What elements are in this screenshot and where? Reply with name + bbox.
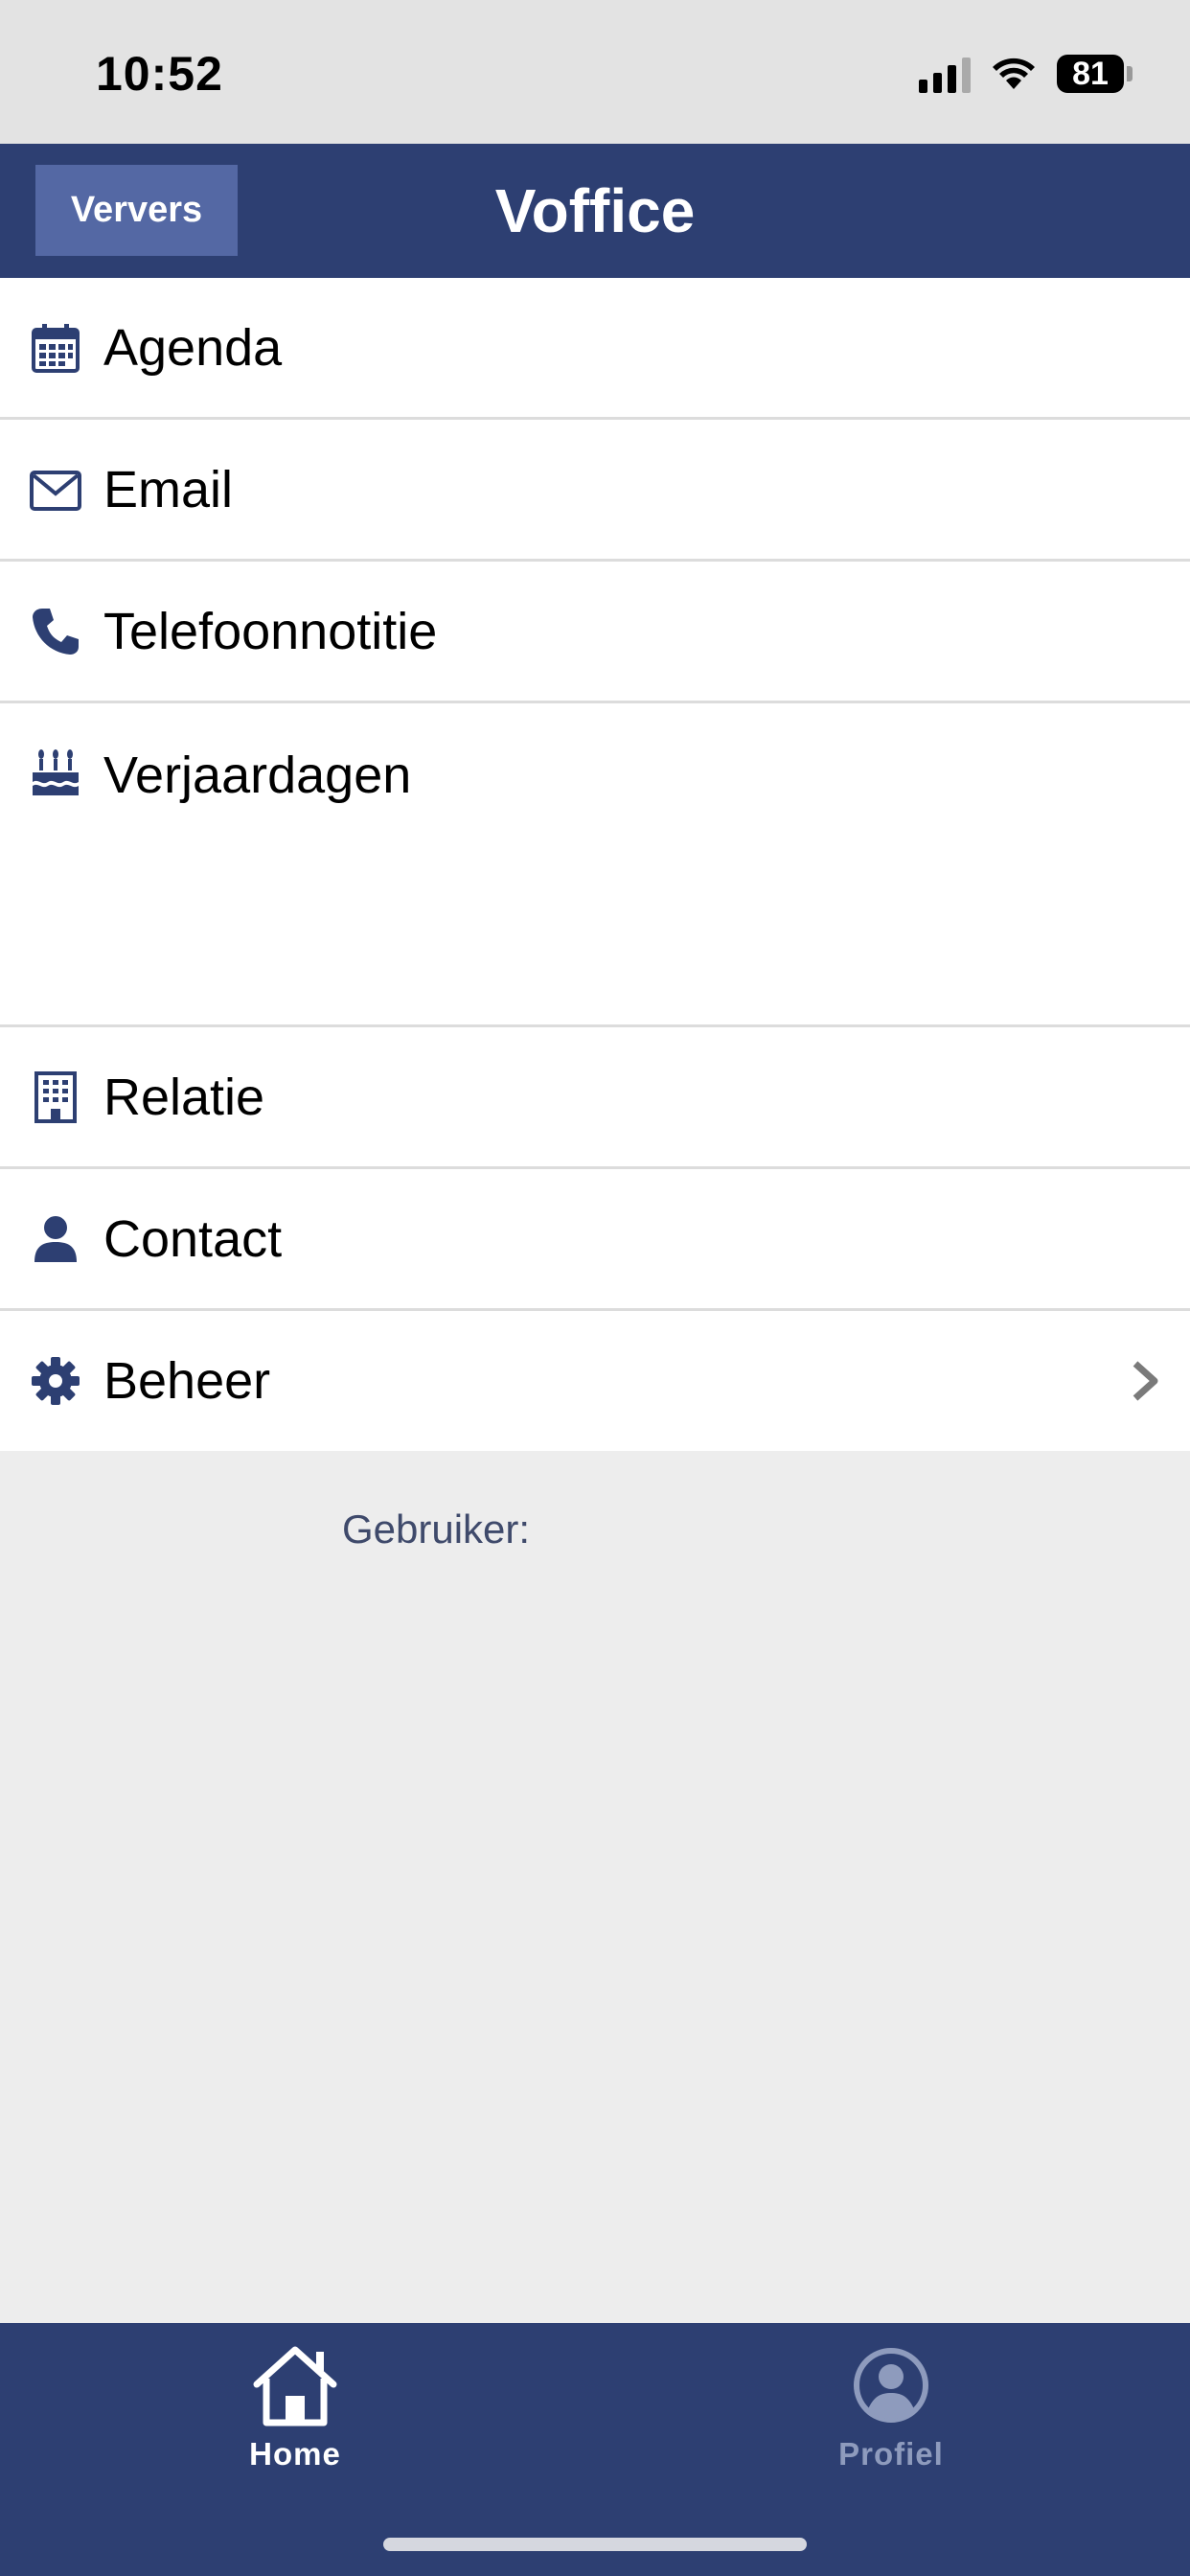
tab-label: Home xyxy=(249,2436,341,2472)
gear-icon xyxy=(29,1354,82,1408)
phone-icon xyxy=(29,605,82,658)
tab-label: Profiel xyxy=(838,2436,944,2472)
menu-item-email[interactable]: Email xyxy=(0,420,1190,562)
app-header: Voffice Ververs xyxy=(0,144,1190,278)
menu-item-label: Verjaardagen xyxy=(103,747,412,804)
menu-item-label: Contact xyxy=(103,1209,283,1268)
status-time: 10:52 xyxy=(96,47,223,101)
menu-item-label: Beheer xyxy=(103,1352,271,1410)
status-bar: 10:52 81 xyxy=(0,0,1190,144)
menu-item-beheer[interactable]: Beheer xyxy=(0,1311,1190,1451)
menu-item-label: Email xyxy=(103,460,234,518)
tab-home[interactable]: Home xyxy=(151,2342,439,2472)
main-menu: Agenda Email Telefoonnotitie Verjaardage… xyxy=(0,278,1190,1451)
profile-icon xyxy=(854,2348,928,2423)
signal-icon xyxy=(919,55,971,93)
chevron-right-icon xyxy=(1133,1361,1158,1401)
menu-item-contact[interactable]: Contact xyxy=(0,1169,1190,1311)
status-icons: 81 xyxy=(919,52,1133,96)
refresh-button[interactable]: Ververs xyxy=(35,165,238,256)
envelope-icon xyxy=(29,463,82,517)
home-indicator xyxy=(383,2538,807,2551)
home-icon xyxy=(253,2346,337,2426)
menu-item-telefoonnotitie[interactable]: Telefoonnotitie xyxy=(0,562,1190,703)
menu-item-label: Agenda xyxy=(103,318,283,377)
tab-profiel[interactable]: Profiel xyxy=(747,2342,1035,2472)
menu-item-label: Telefoonnotitie xyxy=(103,602,438,660)
building-icon xyxy=(29,1070,82,1124)
menu-item-label: Relatie xyxy=(103,1068,265,1126)
battery-icon: 81 xyxy=(1057,55,1133,93)
birthday-cake-icon xyxy=(29,746,82,799)
user-label: Gebruiker: xyxy=(342,1506,531,1552)
menu-item-verjaardagen[interactable]: Verjaardagen xyxy=(0,703,1190,1027)
wifi-icon xyxy=(993,58,1035,89)
calendar-icon xyxy=(29,321,82,375)
battery-level: 81 xyxy=(1057,55,1124,93)
user-icon xyxy=(29,1212,82,1266)
menu-item-agenda[interactable]: Agenda xyxy=(0,278,1190,420)
menu-item-relatie[interactable]: Relatie xyxy=(0,1027,1190,1169)
